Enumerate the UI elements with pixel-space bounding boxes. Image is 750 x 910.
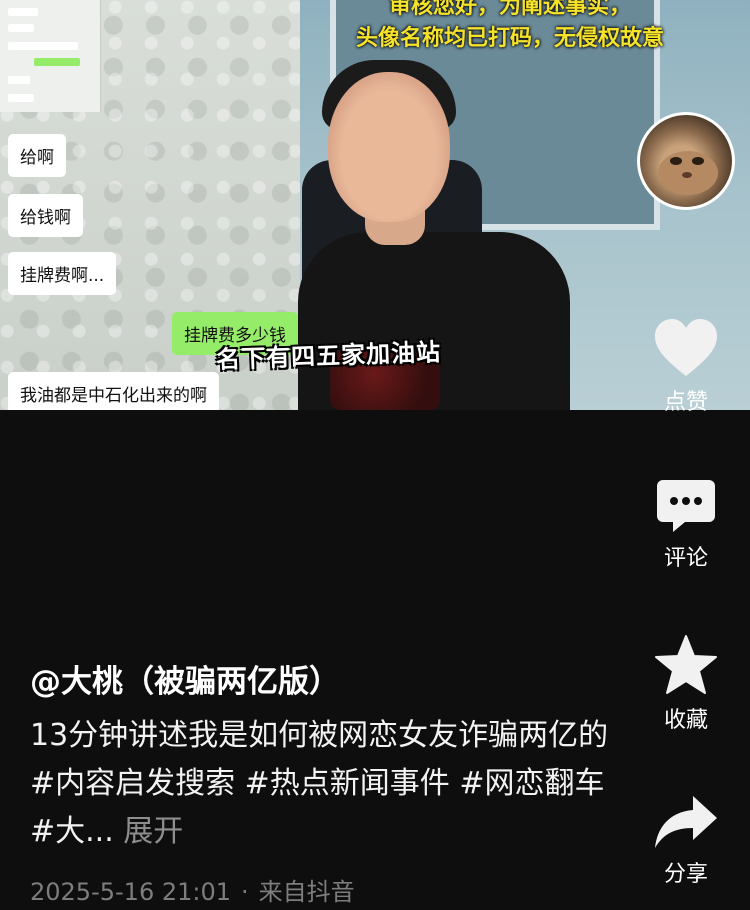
mini-chat-thumbnail [0, 0, 101, 112]
description-text: 13分钟讲述我是如何被网恋女友诈骗两亿的 #内容启发搜索 #热点新闻事件 #网恋… [30, 718, 609, 849]
top-caption-line-1: 审核您好，为阐述事实， [388, 0, 631, 19]
meta-separator: · [241, 878, 249, 906]
person-face [328, 72, 450, 222]
video-player[interactable]: 给啊 给钱啊 挂牌费啊... 挂牌费多少钱 我油都是中石化出来的啊 审核您好，为… [0, 0, 750, 410]
heart-icon [655, 319, 717, 376]
post-timestamp: 2025-5-16 21:01 [30, 878, 231, 906]
post-description: 13分钟讲述我是如何被网恋女友诈骗两亿的 #内容启发搜索 #热点新闻事件 #网恋… [30, 712, 620, 856]
post-meta: 2025-5-16 21:01 · 来自抖音 [30, 872, 355, 907]
share-label: 分享 [663, 862, 708, 887]
share-button[interactable]: 分享 [646, 794, 726, 888]
chat-bubble: 挂牌费啊... [8, 252, 117, 295]
like-label: 点赞 [663, 390, 708, 415]
share-arrow-icon [655, 796, 717, 848]
creator-avatar[interactable] [637, 112, 735, 210]
cat-avatar-icon [658, 151, 718, 195]
post-source: 来自抖音 [258, 878, 355, 906]
like-button[interactable]: 点赞 [646, 318, 726, 416]
star-icon [655, 635, 717, 694]
comment-label: 评论 [663, 546, 708, 571]
chat-bubble: 我油都是中石化出来的啊 [8, 372, 219, 410]
favorite-label: 收藏 [663, 708, 708, 733]
chat-bubble: 给钱啊 [8, 194, 83, 237]
comment-button[interactable]: 评论 [646, 478, 726, 572]
expand-link[interactable]: 展开 [123, 814, 183, 849]
comment-bubble-icon [657, 480, 715, 532]
chat-bubble: 给啊 [8, 134, 66, 177]
author-name[interactable]: @大桃（被骗两亿版） [30, 656, 340, 701]
favorite-button[interactable]: 收藏 [646, 634, 726, 734]
top-caption-line-2: 头像名称均已打码，无侵权故意 [355, 26, 664, 51]
